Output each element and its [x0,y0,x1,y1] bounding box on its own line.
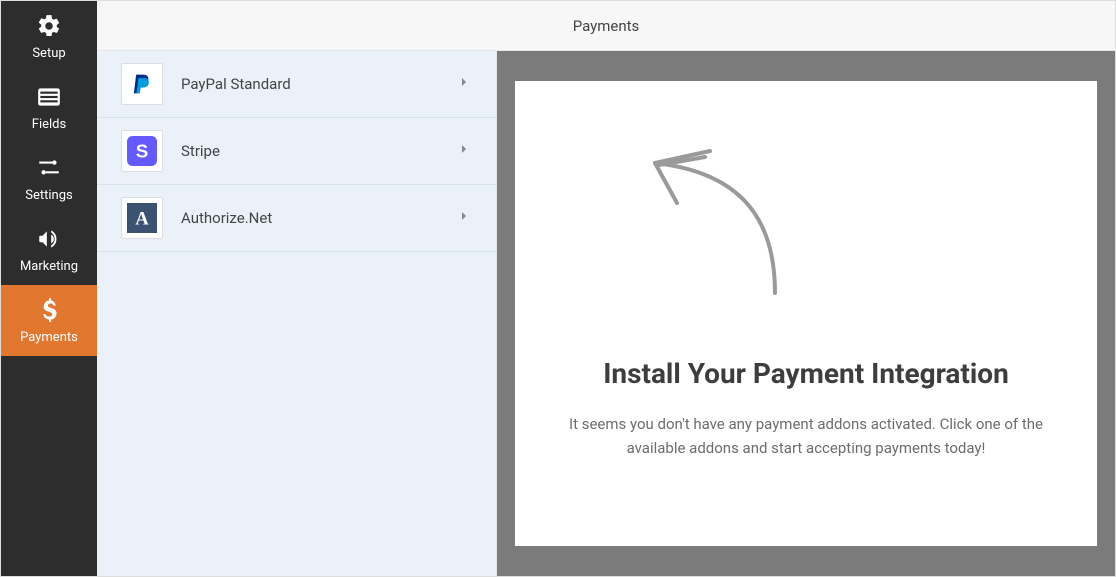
sidebar-item-marketing[interactable]: Marketing [1,214,97,285]
sidebar-item-label: Marketing [20,259,78,274]
dollar-icon [35,296,63,324]
chevron-right-icon [456,208,472,228]
chevron-right-icon [456,141,472,161]
gear-icon [35,12,63,40]
svg-text:A: A [135,209,149,230]
provider-label: PayPal Standard [181,75,456,93]
provider-label: Stripe [181,142,456,160]
provider-item-authorize[interactable]: A Authorize.Net [97,185,496,252]
paypal-icon [121,63,163,105]
sidebar-item-settings[interactable]: Settings [1,143,97,214]
stripe-icon: S [121,130,163,172]
sidebar-item-payments[interactable]: Payments [1,285,97,356]
sidebar-item-label: Payments [20,330,78,345]
provider-item-stripe[interactable]: S Stripe [97,118,496,185]
svg-text:S: S [136,141,149,162]
sidebar-item-label: Settings [25,188,72,203]
sidebar-item-label: Setup [32,46,65,61]
list-icon [35,83,63,111]
provider-list: PayPal Standard S Stripe [97,51,497,576]
main-panel: Payments PayPal Standard S [97,1,1115,576]
empty-state-description: It seems you don't have any payment addo… [555,412,1057,460]
sketch-arrow-icon [635,143,795,307]
page-title: Payments [573,17,640,35]
sidebar-item-label: Fields [32,117,66,132]
sliders-icon [35,154,63,182]
page-header: Payments [97,1,1115,51]
preview-panel: Install Your Payment Integration It seem… [497,51,1115,576]
empty-state-card: Install Your Payment Integration It seem… [515,81,1097,546]
sidebar: Setup Fields Settings Marketing Payments [1,1,97,576]
provider-label: Authorize.Net [181,209,456,227]
provider-item-paypal[interactable]: PayPal Standard [97,51,496,118]
sidebar-item-setup[interactable]: Setup [1,1,97,72]
megaphone-icon [35,225,63,253]
authorize-icon: A [121,197,163,239]
chevron-right-icon [456,74,472,94]
sidebar-item-fields[interactable]: Fields [1,72,97,143]
empty-state-heading: Install Your Payment Integration [603,357,1009,390]
